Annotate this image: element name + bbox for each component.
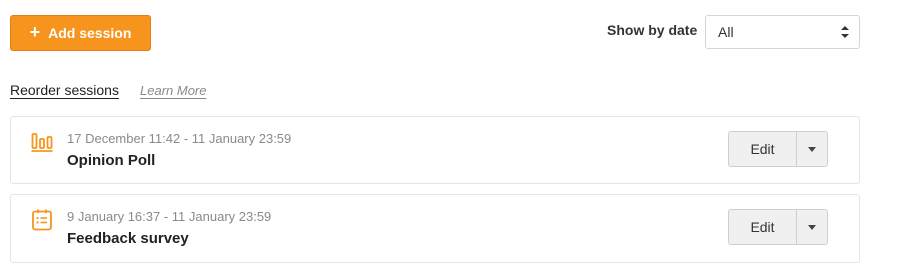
more-options-dropdown[interactable] bbox=[797, 210, 827, 244]
learn-more-link[interactable]: Learn More bbox=[140, 83, 206, 98]
session-card[interactable]: 9 January 16:37 - 11 January 23:59 Feedb… bbox=[10, 194, 860, 263]
add-session-button[interactable]: + Add session bbox=[10, 15, 151, 51]
edit-button-group: Edit bbox=[728, 131, 828, 167]
date-filter-value: All bbox=[718, 24, 734, 40]
session-date-range: 17 December 11:42 - 11 January 23:59 bbox=[67, 131, 292, 146]
survey-icon bbox=[32, 209, 52, 231]
date-filter-select[interactable]: All bbox=[705, 15, 860, 49]
session-card[interactable]: 17 December 11:42 - 11 January 23:59 Opi… bbox=[10, 116, 860, 184]
more-options-dropdown[interactable] bbox=[797, 132, 827, 166]
chevron-down-icon bbox=[808, 224, 816, 230]
session-title[interactable]: Feedback survey bbox=[67, 230, 189, 247]
show-by-date-label: Show by date bbox=[607, 22, 698, 38]
add-session-label: Add session bbox=[48, 25, 132, 41]
plus-icon: + bbox=[29, 22, 41, 42]
edit-button[interactable]: Edit bbox=[729, 210, 797, 244]
poll-icon bbox=[31, 133, 53, 152]
edit-button[interactable]: Edit bbox=[729, 132, 797, 166]
select-arrows-icon bbox=[841, 26, 849, 38]
chevron-down-icon bbox=[808, 146, 816, 152]
edit-button-group: Edit bbox=[728, 209, 828, 245]
session-title[interactable]: Opinion Poll bbox=[67, 152, 155, 169]
session-date-range: 9 January 16:37 - 11 January 23:59 bbox=[67, 209, 272, 224]
reorder-sessions-link[interactable]: Reorder sessions bbox=[10, 82, 119, 98]
